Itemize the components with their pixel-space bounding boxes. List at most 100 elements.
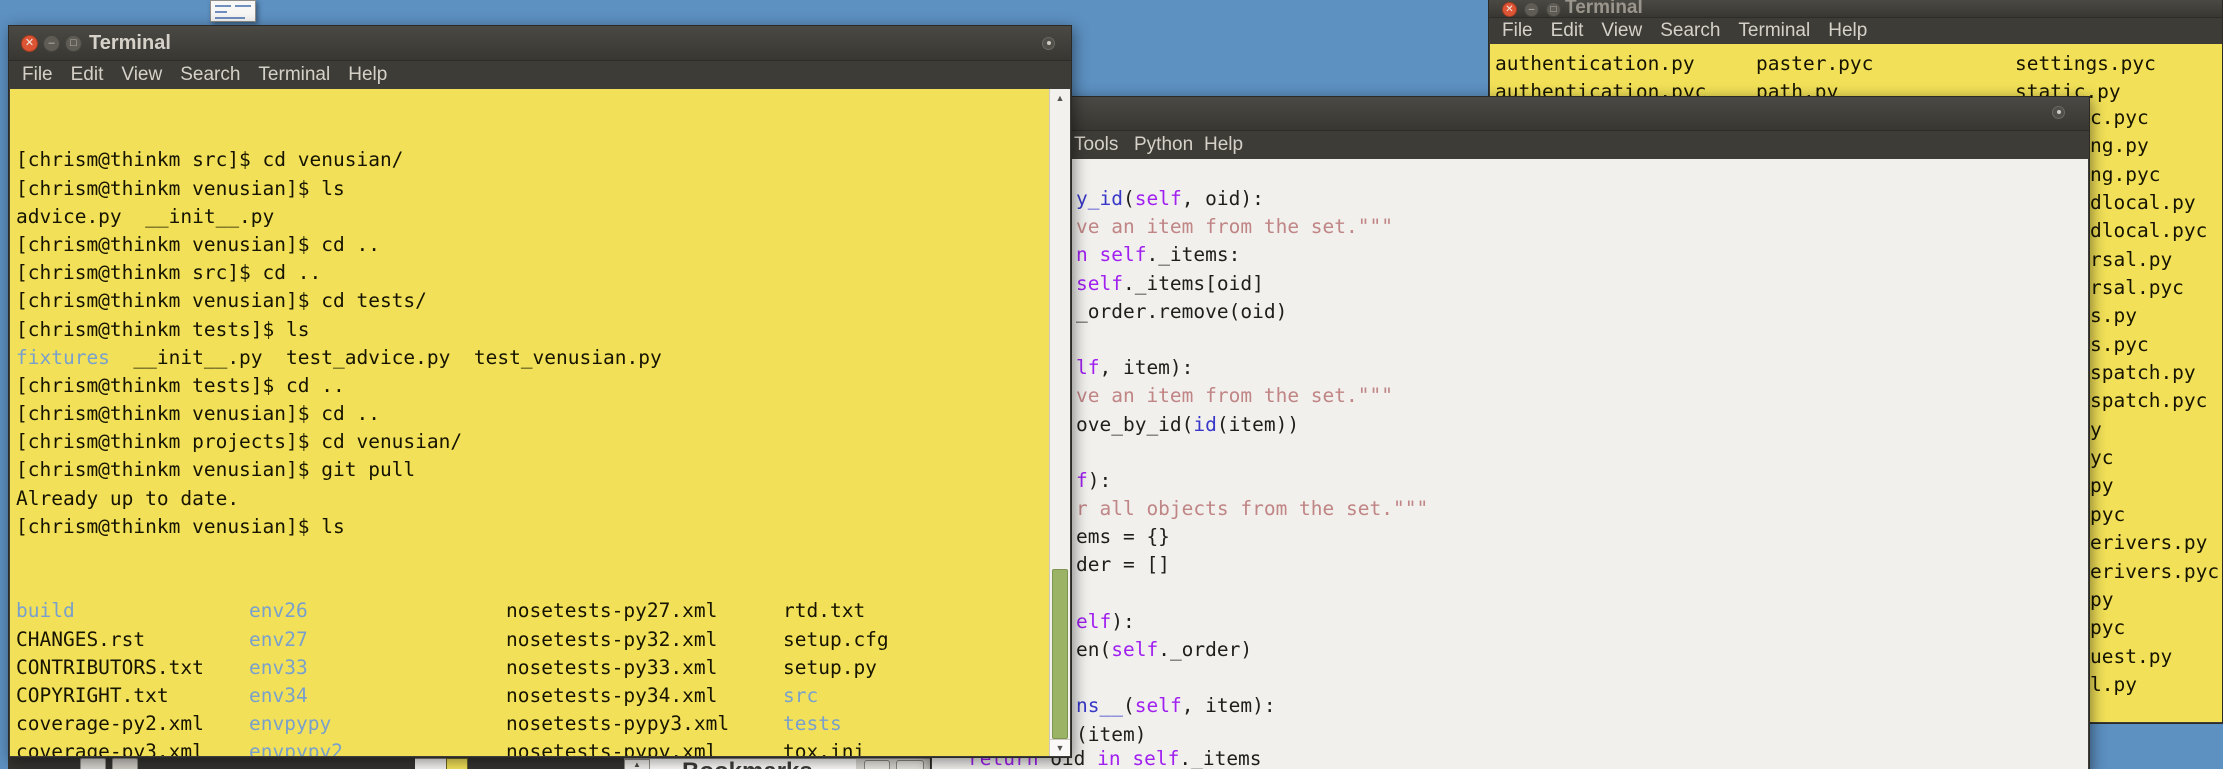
terminal-line: fixtures __init__.py test_advice.py test…	[16, 344, 1051, 372]
file-name: authentication.py	[1495, 50, 1695, 78]
file-name-fragment: py	[2090, 586, 2219, 614]
menu-item-help[interactable]: Help	[1819, 18, 1876, 44]
file-name: coverage-py2.xml	[16, 710, 204, 738]
terminal-line: [chrism@thinkm venusian]$ ls	[16, 513, 1051, 541]
menu-item-help[interactable]: Help	[339, 62, 396, 88]
menu-item-edit[interactable]: Edit	[1542, 18, 1593, 44]
text-token: (	[1123, 694, 1135, 717]
bottom-peek-terminal-edge[interactable]	[446, 758, 468, 769]
terminal-output-area[interactable]: [chrism@thinkm src]$ cd venusian/ [chrism…	[10, 89, 1051, 756]
terminal-line: [chrism@thinkm venusian]$ git pull	[16, 456, 1051, 484]
text-token: Already up to date.	[16, 487, 239, 510]
text-token: self	[1099, 243, 1146, 266]
toolbar-button[interactable]	[896, 760, 924, 769]
code-line	[1076, 580, 1428, 608]
status-indicator-icon	[1042, 37, 1055, 50]
text-token: self	[1132, 747, 1179, 769]
terminal-line: authentication.pypaster.pycsettings.pyc	[1495, 50, 2222, 78]
file-name-fragment: c.pyc	[2090, 104, 2219, 132]
text-token: ve an item from the set."""	[1076, 384, 1393, 407]
peek-top-window[interactable]	[210, 0, 256, 22]
file-icon	[80, 758, 106, 769]
scrollbar-thumb[interactable]	[1052, 569, 1068, 739]
text-token: n	[1076, 243, 1099, 266]
text-token: [chrism@thinkm src]$ cd venusian/	[16, 148, 403, 171]
menu-item-view[interactable]: View	[1592, 18, 1651, 44]
maximize-icon[interactable]: □	[1546, 2, 1561, 17]
file-name: nosetests-pypy3.xml	[506, 710, 729, 738]
menu-item-edit[interactable]: Edit	[62, 62, 113, 88]
text-token: ns__	[1076, 694, 1123, 717]
code-line: _order.remove(oid)	[1076, 298, 1428, 326]
code-line: n self._items:	[1076, 241, 1428, 269]
bottom-peek-toolbar[interactable]	[856, 758, 930, 769]
menu-item-file[interactable]: File	[1493, 18, 1542, 44]
bottom-peek-panel[interactable]	[468, 758, 624, 769]
minimize-icon[interactable]: –	[43, 35, 60, 52]
editor-code-area[interactable]: y_id(self, oid):ve an item from the set.…	[932, 159, 2088, 769]
text-token: [chrism@thinkm venusian]$ cd ..	[16, 402, 380, 425]
file-name: nosetests-pypy.xml	[506, 738, 717, 756]
text-token: ems = {}	[1076, 525, 1170, 548]
bottom-peek-panel[interactable]	[148, 758, 415, 769]
text-token: [chrism@thinkm tests]$ ls	[16, 318, 310, 341]
bottom-peek-panel[interactable]	[8, 758, 148, 769]
toolbar-button[interactable]	[864, 760, 890, 769]
close-icon[interactable]: ✕	[21, 35, 38, 52]
text-token: (item))	[1217, 413, 1299, 436]
terminal-line: [chrism@thinkm venusian]$ cd ..	[16, 400, 1051, 428]
bottom-peek-window[interactable]	[415, 758, 446, 769]
file-name: rtd.txt	[783, 597, 865, 625]
text-token: [chrism@thinkm projects]$ cd venusian/	[16, 430, 462, 453]
ls-output-row: CHANGES.rstenv27nosetests-py32.xmlsetup.…	[16, 626, 1051, 654]
text-token: f	[1076, 469, 1088, 492]
window-title: Terminal	[1565, 0, 1643, 15]
file-name: CONTRIBUTORS.txt	[16, 654, 204, 682]
file-name: COPYRIGHT.txt	[16, 682, 169, 710]
file-name-fragment: dlocal.pyc	[2090, 217, 2219, 245]
scroll-up-icon[interactable]: ▲	[624, 759, 650, 769]
bottom-peek-bookmarks-window[interactable]: ▲ Bookmarks	[624, 758, 856, 769]
file-name-fragment: spatch.pyc	[2090, 387, 2219, 415]
main-terminal-window[interactable]: ✕ – □ Terminal FileEditViewSearchTermina…	[8, 25, 1072, 758]
minimize-icon[interactable]: –	[1524, 2, 1539, 17]
file-name-fragment: uest.py	[2090, 643, 2219, 671]
menu-item-terminal[interactable]: Terminal	[249, 62, 339, 88]
menu-item-terminal[interactable]: Terminal	[1729, 18, 1819, 44]
scroll-up-icon[interactable]: ▲	[1050, 90, 1070, 106]
text-token: ove_by_id(	[1076, 413, 1193, 436]
menu-item-python[interactable]: Python	[1134, 131, 1193, 159]
terminal-line: [chrism@thinkm tests]$ ls	[16, 316, 1051, 344]
text-token: self	[1076, 272, 1123, 295]
directory-name: env33	[249, 654, 308, 682]
menu-item-view[interactable]: View	[112, 62, 171, 88]
menu-item-search[interactable]: Search	[171, 62, 249, 88]
directory-name: src	[783, 682, 818, 710]
text-token: __init__.py test_advice.py test_venusian…	[110, 346, 662, 369]
text-token: [chrism@thinkm venusian]$ ls	[16, 515, 345, 538]
file-name-fragment: pyc	[2090, 614, 2219, 642]
close-icon[interactable]: ✕	[1502, 2, 1517, 17]
code-line: f):	[1076, 467, 1428, 495]
menu-item-file[interactable]: File	[13, 62, 62, 88]
text-token: self	[1135, 187, 1182, 210]
scroll-down-icon[interactable]: ▼	[1050, 739, 1070, 756]
main-terminal-titlebar[interactable]: ✕ – □ Terminal	[9, 26, 1071, 61]
right-terminal-titlebar[interactable]: ✕ – □ Terminal	[1489, 0, 2222, 18]
file-name: setup.py	[783, 654, 877, 682]
menu-item-help[interactable]: Help	[1204, 131, 1243, 159]
terminal-scrollbar[interactable]: ▲ ▼	[1049, 89, 1070, 756]
file-name-fragment: dlocal.py	[2090, 189, 2219, 217]
file-name-fragment: rsal.pyc	[2090, 274, 2219, 302]
file-name: nosetests-py27.xml	[506, 597, 717, 625]
maximize-icon[interactable]: □	[65, 35, 82, 52]
menu-item-tools[interactable]: Tools	[1074, 131, 1118, 159]
file-name-fragment: spatch.py	[2090, 359, 2219, 387]
editor-window[interactable]: ToolsPythonHelp y_id(self, oid):ve an it…	[930, 96, 2090, 769]
file-name-fragment: y	[2090, 416, 2219, 444]
peek-top-text-line	[215, 5, 231, 7]
menu-item-search[interactable]: Search	[1651, 18, 1729, 44]
text-token: ._items:	[1146, 243, 1240, 266]
main-terminal-menubar: FileEditViewSearchTerminalHelp	[9, 61, 1071, 88]
editor-titlebar[interactable]	[931, 97, 2089, 131]
